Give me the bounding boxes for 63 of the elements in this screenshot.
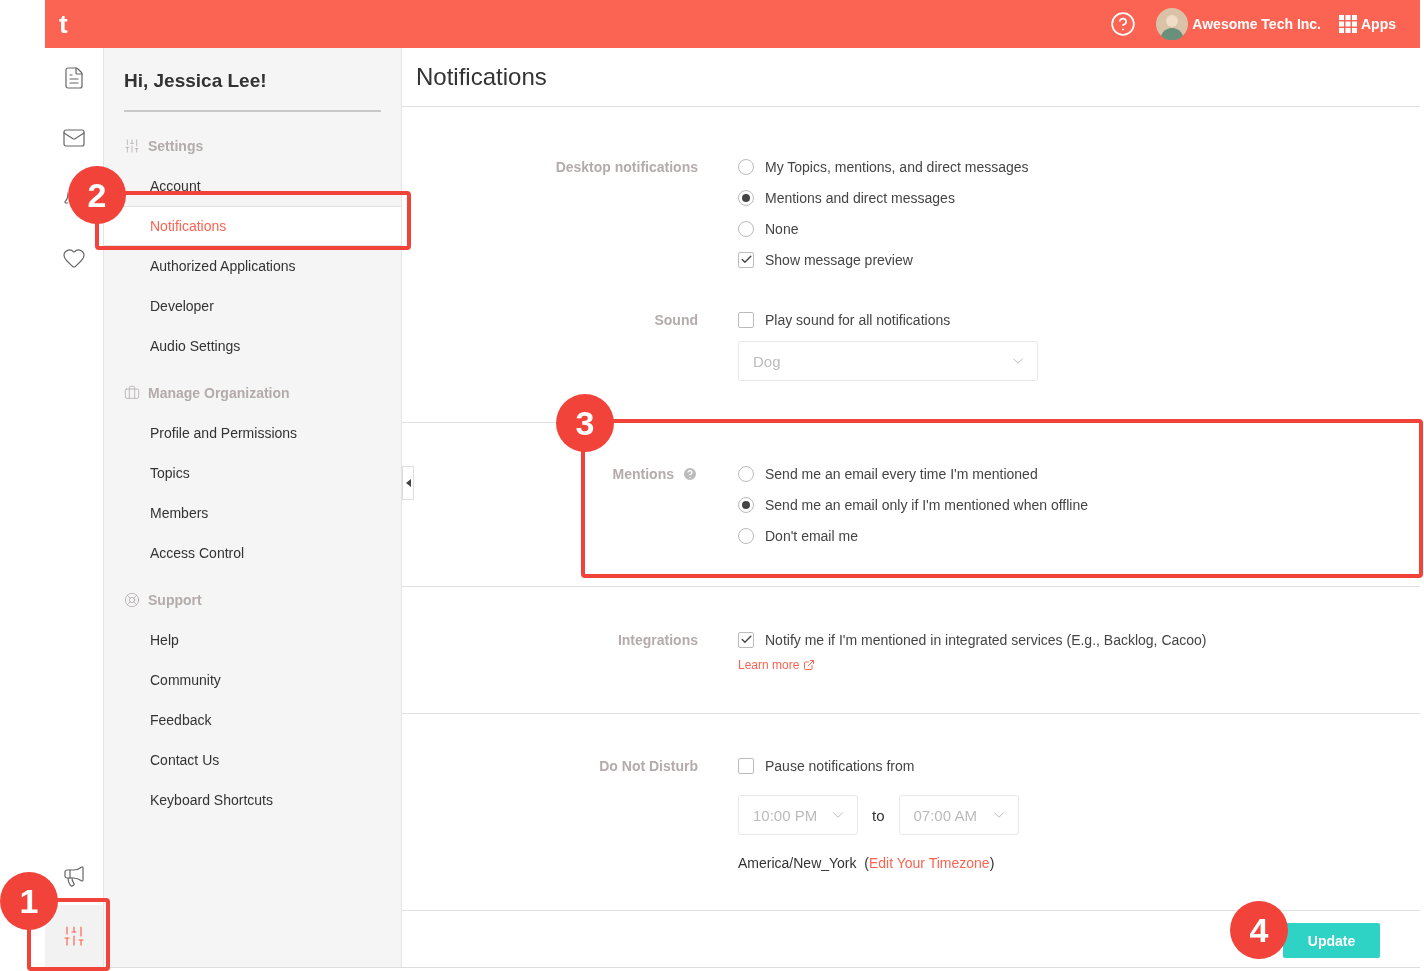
- setting-label: Integrations: [617, 631, 698, 648]
- setting-label: Mentions: [612, 465, 674, 482]
- sidebar-item[interactable]: Keyboard Shortcuts: [150, 792, 273, 808]
- sidebar-item[interactable]: Help: [150, 632, 179, 648]
- step-number-badge: 3: [556, 394, 614, 452]
- checkbox-option[interactable]: Show message preview: [738, 244, 1420, 275]
- apps-grid-icon[interactable]: [1339, 15, 1357, 33]
- radio-option[interactable]: None: [738, 213, 1420, 244]
- radio-button[interactable]: [738, 465, 754, 482]
- radio-button[interactable]: [738, 527, 754, 544]
- page-title: Notifications: [416, 63, 547, 91]
- timezone-text: America/New_York (Edit Your Timezone): [738, 855, 996, 871]
- radio-option[interactable]: My Topics, mentions, and direct messages: [738, 151, 1420, 182]
- lifebuoy-icon: [124, 592, 140, 608]
- sidebar-item[interactable]: Authorized Applications: [150, 258, 296, 274]
- briefcase-icon: [124, 385, 140, 401]
- document-icon[interactable]: [62, 66, 86, 90]
- collapse-handle[interactable]: [402, 466, 414, 500]
- checkbox-option[interactable]: Play sound for all notifications: [738, 304, 1420, 335]
- help-icon[interactable]: [1110, 11, 1137, 37]
- radio-button[interactable]: [738, 496, 754, 513]
- radio-option[interactable]: Don't email me: [738, 520, 1420, 551]
- mail-icon[interactable]: [62, 126, 86, 150]
- sidebar-item[interactable]: Account: [150, 178, 201, 194]
- step-number-badge: 4: [1230, 901, 1288, 959]
- group-heading: Manage Organization: [148, 385, 290, 401]
- radio-option[interactable]: Send me an email only if I'm mentioned when offline: [738, 489, 1420, 520]
- checkbox-option[interactable]: Notify me if I'm mentioned in integrated services (E.g., Backlog, Cacoo): [738, 624, 1420, 655]
- radio-button[interactable]: [738, 158, 754, 175]
- step-number-badge: 2: [68, 166, 126, 224]
- settings-icon[interactable]: [62, 924, 86, 948]
- sidebar-item[interactable]: Contact Us: [150, 752, 220, 768]
- setting-label: Do Not Disturb: [599, 757, 698, 774]
- checkbox[interactable]: [738, 311, 754, 328]
- sidebar-item[interactable]: Community: [150, 672, 221, 688]
- sidebar-item[interactable]: Members: [150, 505, 209, 521]
- group-heading: Settings: [148, 138, 204, 154]
- checkbox[interactable]: [738, 251, 754, 268]
- checkbox-option[interactable]: Pause notifications from: [738, 750, 1420, 781]
- checkbox[interactable]: [738, 757, 754, 774]
- sidebar-item[interactable]: Access Control: [150, 545, 245, 561]
- radio-option[interactable]: Send me an email every time I'm mentioned: [738, 458, 1420, 489]
- radio-option[interactable]: Mentions and direct messages: [738, 182, 1420, 213]
- sidebar-item[interactable]: Profile and Permissions: [150, 425, 298, 441]
- radio-button[interactable]: [738, 220, 754, 237]
- greeting: Hi, Jessica Lee!: [124, 48, 381, 112]
- avatar[interactable]: [1156, 8, 1189, 40]
- step-number-badge: 1: [0, 872, 58, 930]
- sidebar-item[interactable]: Topics: [150, 465, 190, 481]
- megaphone-icon[interactable]: [62, 864, 86, 888]
- help-icon[interactable]: [682, 465, 698, 482]
- setting-label: Sound: [654, 311, 698, 328]
- checkbox[interactable]: [738, 631, 754, 648]
- setting-label: Desktop notifications: [555, 158, 698, 175]
- sidebar-item[interactable]: Feedback: [150, 712, 212, 728]
- group-heading: Support: [148, 592, 202, 608]
- sidebar-item[interactable]: Audio Settings: [150, 338, 241, 354]
- external-link-icon: [803, 659, 816, 671]
- heart-icon[interactable]: [62, 246, 86, 270]
- range-separator: to: [872, 806, 885, 824]
- settings-icon: [124, 138, 140, 154]
- sidebar-item[interactable]: Developer: [150, 298, 214, 314]
- radio-button[interactable]: [738, 189, 754, 206]
